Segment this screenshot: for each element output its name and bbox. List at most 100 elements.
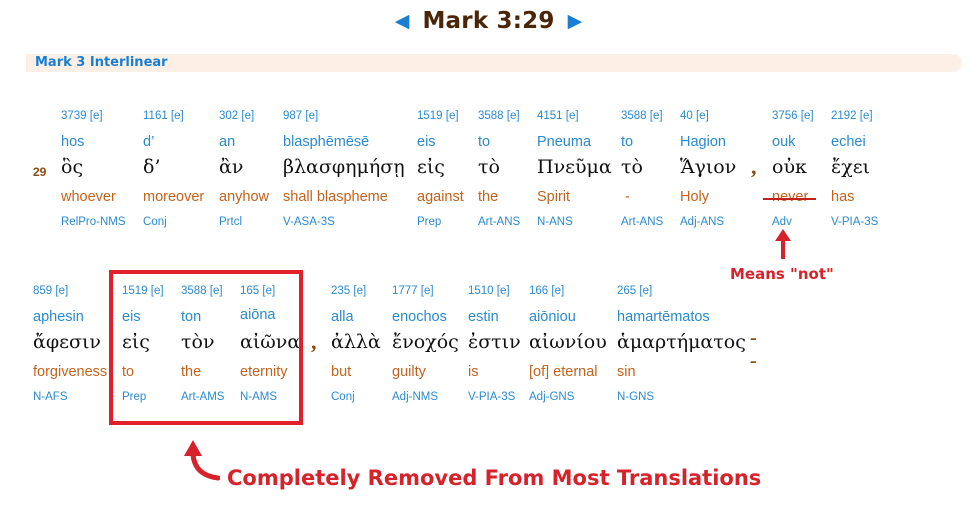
transliteration[interactable]: Hagion <box>680 134 726 150</box>
verse-number: 29 <box>33 165 47 179</box>
greek-word: τὸ <box>478 156 500 178</box>
greek-word: ἔχει <box>831 156 871 178</box>
comma-punctuation: , <box>751 154 757 179</box>
transliteration[interactable]: hos <box>61 134 84 150</box>
transliteration[interactable]: estin <box>468 309 499 325</box>
strongs-link[interactable]: 166 [e] <box>529 285 564 297</box>
up-arrow-icon <box>775 229 791 259</box>
transliteration[interactable]: aphesin <box>33 309 84 325</box>
greek-word: οὐκ <box>772 156 807 178</box>
transliteration[interactable]: echei <box>831 134 866 150</box>
parsing-link[interactable]: N-ANS <box>537 216 573 228</box>
transliteration[interactable]: aiōniou <box>529 309 576 325</box>
greek-word: ἐστιν <box>468 331 521 353</box>
transliteration[interactable]: blasphēmēsē <box>283 134 369 150</box>
english-gloss: shall blaspheme <box>283 189 388 205</box>
greek-word: Πνεῦμα <box>537 156 612 178</box>
greek-word: ἀλλὰ <box>331 331 381 353</box>
greek-word: εἰς <box>417 156 445 178</box>
parsing-link[interactable]: Adj-GNS <box>529 391 574 403</box>
strongs-link[interactable]: 40 [e] <box>680 110 709 122</box>
english-gloss-struck: never <box>772 189 809 205</box>
section-header: Mark 3 Interlinear <box>26 54 962 72</box>
strongs-link[interactable]: 1510 [e] <box>468 285 510 297</box>
strongs-link[interactable]: 3739 [e] <box>61 110 103 122</box>
next-verse-icon[interactable]: ▶ <box>568 10 583 32</box>
strongs-link[interactable]: 302 [e] <box>219 110 254 122</box>
greek-word: ἔνοχός <box>392 331 459 353</box>
highlight-box <box>109 270 303 425</box>
strongs-link[interactable]: 4151 [e] <box>537 110 579 122</box>
parsing-link[interactable]: Conj <box>331 391 355 403</box>
english-gloss: sin <box>617 364 636 380</box>
english-gloss: Spirit <box>537 189 571 205</box>
strongs-link[interactable]: 235 [e] <box>331 285 366 297</box>
english-gloss: [of] eternal <box>529 364 598 380</box>
means-not-annotation: Means "not" <box>730 265 834 283</box>
comma-punctuation: , <box>311 329 317 354</box>
strongs-link[interactable]: 859 [e] <box>33 285 68 297</box>
transliteration[interactable]: Pneuma <box>537 134 591 150</box>
greek-word: ὃς <box>61 156 84 178</box>
section-title[interactable]: Mark 3 Interlinear <box>35 55 168 70</box>
english-gloss: but <box>331 364 352 380</box>
greek-word: ἁμαρτήματος <box>617 331 746 353</box>
english-gloss: guilty <box>392 364 426 380</box>
transliteration[interactable]: to <box>621 134 633 150</box>
transliteration[interactable]: enochos <box>392 309 447 325</box>
transliteration[interactable]: alla <box>331 309 354 325</box>
parsing-link[interactable]: N-GNS <box>617 391 654 403</box>
strongs-link[interactable]: 2192 [e] <box>831 110 873 122</box>
english-gloss: forgiveness <box>33 364 108 380</box>
greek-word: δ’ <box>143 156 161 178</box>
greek-word: αἰωνίου <box>529 331 607 353</box>
strongs-link[interactable]: 987 [e] <box>283 110 318 122</box>
parsing-link[interactable]: Adv <box>772 216 792 228</box>
parsing-link[interactable]: Art-ANS <box>478 216 520 228</box>
page-title: Mark 3:29 <box>422 8 555 34</box>
parsing-link[interactable]: Conj <box>143 216 167 228</box>
removed-annotation: Completely Removed From Most Translation… <box>227 466 762 490</box>
strikethrough-mark <box>763 198 816 200</box>
parsing-link[interactable]: Prep <box>417 216 441 228</box>
english-gloss: whoever <box>61 189 116 205</box>
greek-word: βλασφημήσῃ <box>283 156 405 178</box>
english-gloss: has <box>831 189 855 205</box>
english-gloss: - <box>625 189 630 205</box>
strongs-link[interactable]: 3756 [e] <box>772 110 814 122</box>
strongs-link[interactable]: 265 [e] <box>617 285 652 297</box>
english-gloss: Holy <box>680 189 710 205</box>
dash-punctuation: -- <box>750 327 757 372</box>
english-gloss: against <box>417 189 464 205</box>
greek-word: ἂν <box>219 156 244 178</box>
transliteration[interactable]: d’ <box>143 134 154 150</box>
previous-verse-icon[interactable]: ◀ <box>395 10 410 32</box>
parsing-link[interactable]: V-ASA-3S <box>283 216 335 228</box>
greek-word: ἄφεσιν <box>33 331 101 353</box>
strongs-link[interactable]: 1519 [e] <box>417 110 459 122</box>
strongs-link[interactable]: 3588 [e] <box>478 110 520 122</box>
parsing-link[interactable]: RelPro-NMS <box>61 216 126 228</box>
parsing-link[interactable]: V-PIA-3S <box>831 216 878 228</box>
parsing-link[interactable]: V-PIA-3S <box>468 391 515 403</box>
transliteration[interactable]: ouk <box>772 134 795 150</box>
parsing-link[interactable]: Adj-ANS <box>680 216 724 228</box>
parsing-link[interactable]: Adj-NMS <box>392 391 438 403</box>
transliteration[interactable]: to <box>478 134 490 150</box>
greek-word: Ἅγιον <box>680 156 737 178</box>
strongs-link[interactable]: 3588 [e] <box>621 110 663 122</box>
strongs-link[interactable]: 1161 [e] <box>143 110 184 122</box>
transliteration[interactable]: eis <box>417 134 436 150</box>
english-gloss: moreover <box>143 189 205 205</box>
curved-arrow-icon <box>184 440 220 481</box>
parsing-link[interactable]: Art-ANS <box>621 216 663 228</box>
parsing-link[interactable]: N-AFS <box>33 391 68 403</box>
verse-navigation: ◀ Mark 3:29 ▶ <box>0 8 977 34</box>
english-gloss: the <box>478 189 499 205</box>
greek-word: τὸ <box>621 156 643 178</box>
strongs-link[interactable]: 1777 [e] <box>392 285 434 297</box>
transliteration[interactable]: hamartēmatos <box>617 309 710 325</box>
transliteration[interactable]: an <box>219 134 235 150</box>
english-gloss: anyhow <box>219 189 269 205</box>
parsing-link[interactable]: Prtcl <box>219 216 242 228</box>
